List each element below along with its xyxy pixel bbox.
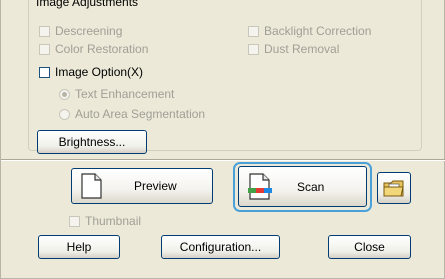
checkbox-box[interactable] — [39, 43, 50, 55]
text-enhancement-label: Text Enhancement — [75, 87, 175, 101]
close-button[interactable]: Close — [328, 235, 411, 259]
color-restoration-checkbox[interactable]: Color Restoration — [39, 42, 148, 56]
descreening-label: Descreening — [55, 24, 123, 38]
backlight-correction-checkbox[interactable]: Backlight Correction — [248, 24, 371, 38]
text-enhancement-radio[interactable]: Text Enhancement — [59, 87, 174, 101]
separator — [1, 159, 445, 161]
radio-dot — [62, 91, 67, 97]
image-option-label: Image Option(X) — [55, 65, 144, 79]
backlight-label: Backlight Correction — [264, 24, 372, 38]
checkbox-box[interactable] — [248, 25, 259, 37]
checkbox-box[interactable] — [248, 43, 259, 55]
auto-area-segmentation-radio[interactable]: Auto Area Segmentation — [59, 107, 205, 121]
image-option-checkbox[interactable]: Image Option(X) — [39, 65, 143, 79]
color-restoration-label: Color Restoration — [55, 42, 149, 56]
folder-button[interactable] — [377, 172, 411, 204]
checkbox-box[interactable] — [69, 215, 80, 227]
radio-unselected[interactable] — [59, 108, 70, 120]
scan-document-icon — [248, 172, 272, 200]
folder-icon — [383, 180, 404, 197]
brightness-label: Brightness... — [58, 135, 126, 149]
dust-removal-checkbox[interactable]: Dust Removal — [248, 42, 339, 56]
scan-dialog: Image Adjustments Descreening Backlight … — [0, 0, 445, 279]
checkbox-box[interactable] — [39, 25, 50, 37]
thumbnail-checkbox[interactable]: Thumbnail — [69, 214, 141, 228]
descreening-checkbox[interactable]: Descreening — [39, 24, 122, 38]
configuration-label: Configuration... — [179, 240, 262, 254]
auto-area-label: Auto Area Segmentation — [75, 107, 206, 121]
document-icon — [81, 173, 102, 199]
radio-selected[interactable] — [59, 88, 70, 100]
help-label: Help — [66, 240, 92, 254]
brightness-button[interactable]: Brightness... — [37, 130, 147, 154]
thumbnail-label: Thumbnail — [85, 214, 142, 228]
configuration-button[interactable]: Configuration... — [161, 235, 280, 259]
help-button[interactable]: Help — [38, 235, 120, 259]
close-label: Close — [354, 240, 385, 254]
dust-removal-label: Dust Removal — [264, 42, 340, 56]
preview-label: Preview — [134, 179, 177, 193]
group-title: Image Adjustments — [34, 0, 141, 9]
preview-button[interactable]: Preview — [71, 168, 213, 204]
scan-button[interactable]: Scan — [238, 166, 367, 207]
scan-label: Scan — [297, 179, 325, 194]
checkbox-box[interactable] — [39, 66, 50, 78]
